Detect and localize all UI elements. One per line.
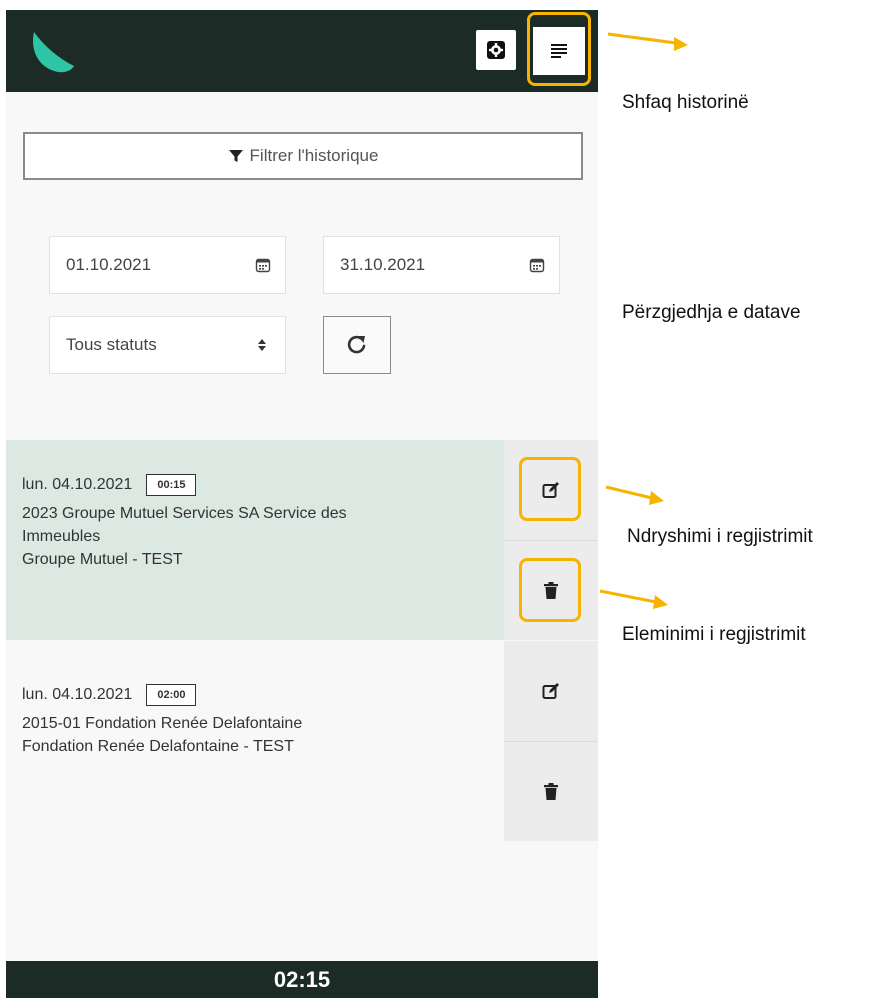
arrow-icon bbox=[605, 485, 664, 505]
edit-entry-button[interactable] bbox=[504, 440, 598, 540]
sort-arrows-icon bbox=[258, 339, 266, 351]
callout-delete-entry: Eleminimi i regjistrimit bbox=[622, 624, 806, 645]
entry-client: Groupe Mutuel - TEST bbox=[22, 551, 183, 568]
entry-project: 2015-01 Fondation Renée Delafontaine bbox=[22, 715, 303, 732]
entry-2-actions bbox=[504, 641, 598, 841]
date-to-field[interactable]: 31.10.2021 bbox=[323, 236, 560, 294]
duration-badge: 00:15 bbox=[146, 473, 197, 496]
funnel-icon bbox=[228, 150, 243, 162]
filter-history-button[interactable]: Filtrer l'historique bbox=[23, 132, 583, 180]
date-to-value: 31.10.2021 bbox=[340, 255, 426, 274]
gear-icon bbox=[487, 41, 505, 59]
entry-project: 2023 Groupe Mutuel Services SA Service d… bbox=[22, 505, 347, 522]
callout-date-selection: Përzgjedhja e datave bbox=[622, 302, 801, 323]
calendar-icon[interactable] bbox=[255, 257, 271, 273]
callout-show-history: Shfaq historinë bbox=[622, 92, 749, 113]
history-menu-button[interactable] bbox=[533, 27, 585, 75]
status-select-value: Tous statuts bbox=[66, 335, 157, 354]
app-screen: Filtrer l'historique 01.10.2021 31.10.20… bbox=[6, 10, 598, 998]
calendar-icon[interactable] bbox=[529, 257, 545, 273]
total-time: 02:15 bbox=[273, 967, 331, 992]
entry-date: lun. 04.10.2021 bbox=[22, 476, 133, 493]
edit-icon bbox=[542, 482, 559, 498]
top-bar bbox=[6, 10, 598, 92]
entry-project-cont: Immeubles bbox=[22, 528, 101, 545]
status-select[interactable]: Tous statuts bbox=[49, 316, 286, 374]
history-entry[interactable]: lun. 04.10.2021 02:00 2015-01 Fondation … bbox=[6, 683, 504, 758]
entry-date: lun. 04.10.2021 bbox=[22, 686, 133, 703]
settings-button[interactable] bbox=[476, 30, 516, 70]
refresh-button[interactable] bbox=[323, 316, 391, 374]
edit-icon bbox=[542, 683, 559, 699]
trash-icon bbox=[544, 782, 558, 800]
callout-edit-entry: Ndryshimi i regjistrimit bbox=[627, 526, 813, 547]
date-from-value: 01.10.2021 bbox=[66, 255, 152, 274]
history-entry[interactable]: lun. 04.10.2021 00:15 2023 Groupe Mutuel… bbox=[6, 473, 504, 571]
total-time-bar: 02:15 bbox=[6, 961, 598, 998]
arrow-icon bbox=[599, 589, 668, 609]
duration-badge: 02:00 bbox=[146, 683, 197, 706]
delete-entry-button[interactable] bbox=[504, 741, 598, 841]
entry-1-actions bbox=[504, 440, 598, 640]
entry-client: Fondation Renée Delafontaine - TEST bbox=[22, 738, 294, 755]
refresh-icon bbox=[347, 335, 366, 354]
date-from-field[interactable]: 01.10.2021 bbox=[49, 236, 286, 294]
arrow-icon bbox=[607, 32, 688, 51]
delete-entry-button[interactable] bbox=[504, 540, 598, 640]
trash-icon bbox=[544, 581, 558, 599]
filter-label: Filtrer l'historique bbox=[249, 146, 379, 165]
edit-entry-button[interactable] bbox=[504, 641, 598, 741]
list-icon bbox=[551, 44, 567, 58]
logo bbox=[33, 32, 74, 73]
